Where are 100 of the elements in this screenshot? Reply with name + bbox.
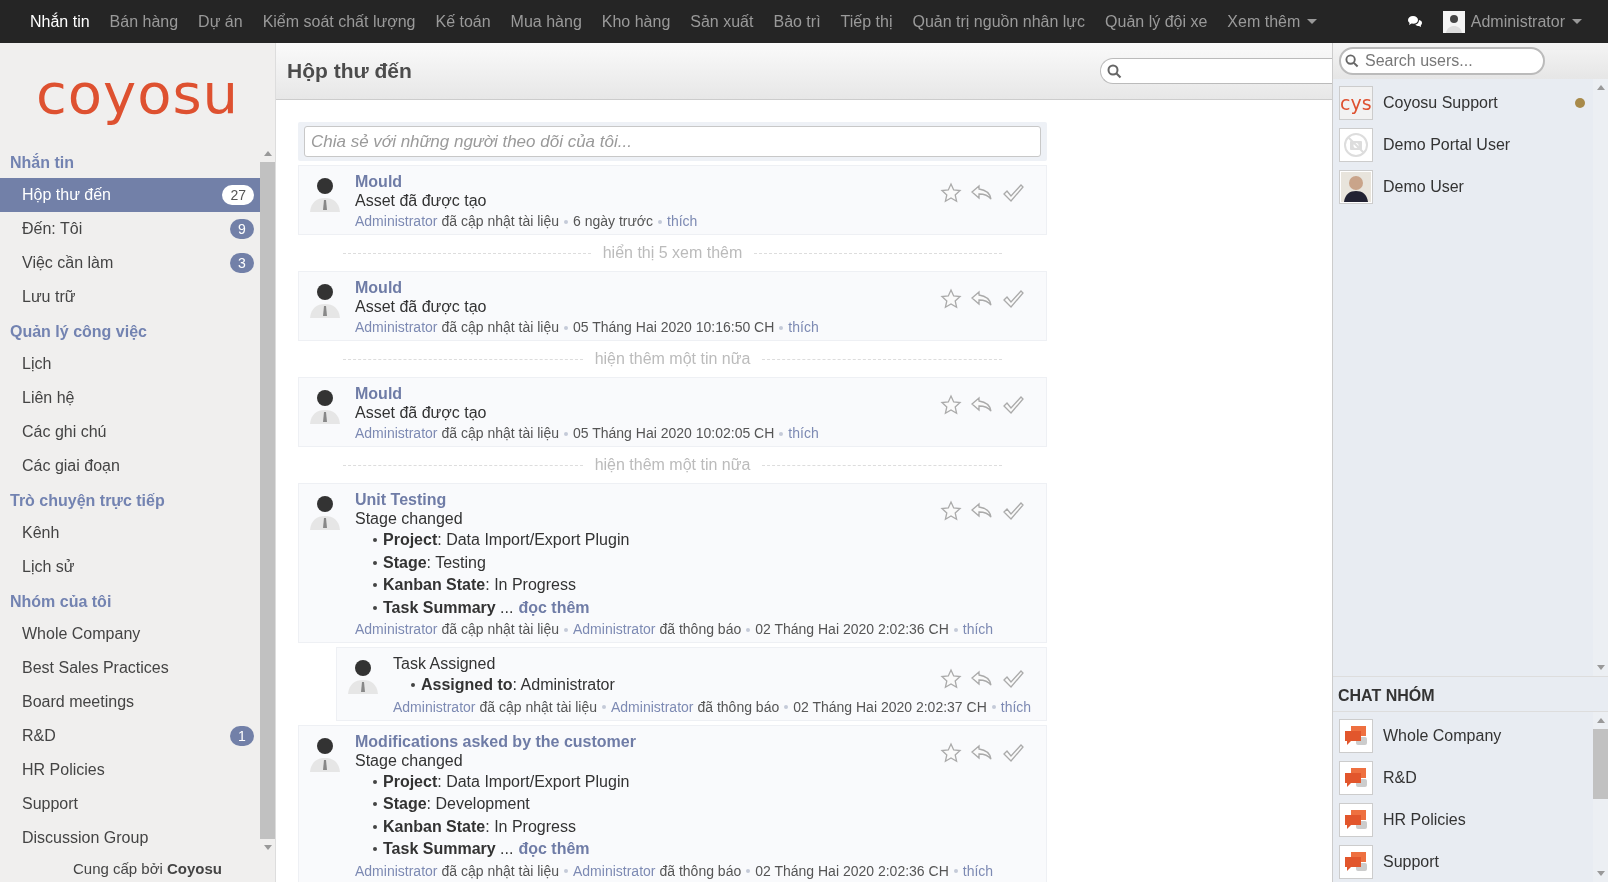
count-badge: 27 <box>222 185 254 205</box>
group-name: Whole Company <box>1383 727 1503 745</box>
author-link[interactable]: Administrator <box>355 619 438 640</box>
message-title-link[interactable]: Unit Testing <box>355 490 447 509</box>
author-link[interactable]: Administrator <box>355 317 438 338</box>
nav-menu-item[interactable]: Mua hàng <box>500 12 592 31</box>
star-icon[interactable] <box>940 182 962 204</box>
meta-text: 02 Tháng Hai 2020 2:02:36 CH <box>755 620 949 639</box>
nav-menu-item[interactable]: Sản xuất <box>680 12 764 31</box>
like-link[interactable]: thích <box>962 619 994 640</box>
group-chat-item[interactable]: HR Policies <box>1333 799 1593 841</box>
sidebar-item[interactable]: Lịch <box>0 347 260 381</box>
nav-menu-item[interactable]: Bảo trì <box>763 12 831 31</box>
search-icon <box>1107 63 1122 79</box>
nav-menu-item[interactable]: Kho hàng <box>591 12 681 31</box>
chat-icon[interactable] <box>1406 14 1423 29</box>
sidebar-item[interactable]: Các giai đoạn <box>0 449 260 483</box>
like-link[interactable]: thích <box>788 423 819 444</box>
nav-menu-item[interactable]: Quản lý đội xe <box>1095 12 1218 31</box>
sidebar-item[interactable]: Lưu trữ <box>0 280 260 314</box>
field-change-text: Assigned to: Administrator <box>421 675 615 695</box>
message-title-link[interactable]: Mould <box>355 278 403 297</box>
author-link[interactable]: Administrator <box>393 696 476 718</box>
count-badge: 9 <box>230 219 254 239</box>
sidebar-item-label: Best Sales Practices <box>22 659 169 677</box>
chat-user-item[interactable]: cys Coyosu Support <box>1333 82 1593 124</box>
sidebar-item[interactable]: Việc cần làm 3 <box>0 246 260 280</box>
chat-user-item[interactable]: Demo User <box>1333 166 1593 208</box>
group-name: R&D <box>1383 769 1418 787</box>
user-name: Demo User <box>1383 178 1465 196</box>
search-field[interactable] <box>1100 58 1332 84</box>
read-more-link[interactable]: đọc thêm <box>518 596 590 619</box>
separator-dot <box>991 705 996 709</box>
nav-menu-item[interactable]: Kế toán <box>425 12 501 31</box>
check-icon[interactable] <box>1002 501 1024 521</box>
sidebar-item[interactable]: HR Policies <box>0 753 260 787</box>
field-change-text: Project: Data Import/Export Plugin <box>383 771 630 792</box>
chat-user-item[interactable]: Demo Portal User <box>1333 124 1593 166</box>
like-link[interactable]: thích <box>1000 696 1032 718</box>
sidebar-item[interactable]: Liên hệ <box>0 381 260 415</box>
sidebar-item[interactable]: Whole Company <box>0 617 260 651</box>
nav-menu-item[interactable]: Dự án <box>188 12 253 31</box>
group-chat-item[interactable]: Whole Company <box>1333 715 1593 757</box>
nav-menu-item[interactable]: Kiểm soát chất lượng <box>252 12 426 31</box>
nav-menu-item[interactable]: Quản trị nguồn nhân lực <box>902 12 1096 31</box>
author-link[interactable]: Administrator <box>573 860 656 882</box>
nav-menu-item[interactable]: Tiếp thị <box>830 12 903 31</box>
user-menu[interactable]: Administrator <box>1470 12 1582 31</box>
nav-menu-item[interactable]: Xem thêm <box>1217 12 1328 31</box>
sidebar-item-label: HR Policies <box>22 761 105 779</box>
check-icon[interactable] <box>1002 289 1024 309</box>
user-name: Coyosu Support <box>1383 94 1499 112</box>
sidebar-item[interactable]: Support <box>0 787 260 821</box>
sidebar-item[interactable]: Discussion Group <box>0 821 260 855</box>
field-change-text: Project: Data Import/Export Plugin <box>383 530 630 550</box>
group-chat-item[interactable]: Support <box>1333 841 1593 882</box>
message-title-link[interactable]: Mould <box>355 384 403 403</box>
star-icon[interactable] <box>940 741 962 764</box>
group-chat-item[interactable]: R&D <box>1333 757 1593 799</box>
sidebar-item[interactable]: Các ghi chú <box>0 415 260 449</box>
share-input-field[interactable]: Chia sẻ với những người theo dõi của tôi... <box>304 126 1041 157</box>
user-search-field[interactable]: Search users... <box>1339 47 1545 75</box>
author-link[interactable]: Administrator <box>355 423 438 444</box>
sidebar-item[interactable]: Đến: Tôi 9 <box>0 212 260 246</box>
scrollbar[interactable] <box>1593 79 1608 676</box>
star-icon[interactable] <box>940 668 962 690</box>
sidebar-item[interactable]: Board meetings <box>0 685 260 719</box>
like-link[interactable]: thích <box>962 860 994 882</box>
separator-dot <box>602 705 606 709</box>
sidebar-item[interactable]: R&D 1 <box>0 719 260 753</box>
author-link[interactable]: Administrator <box>573 619 656 640</box>
star-icon[interactable] <box>940 394 962 416</box>
like-link[interactable]: thích <box>788 317 819 338</box>
check-icon[interactable] <box>1002 395 1024 415</box>
sidebar-item[interactable]: Kênh <box>0 516 260 550</box>
scrollbar[interactable] <box>1593 712 1608 882</box>
bullet-icon <box>373 560 377 565</box>
sidebar-item[interactable]: Best Sales Practices <box>0 651 260 685</box>
meta-text: đã cập nhật tài liệu <box>441 620 559 639</box>
author-link[interactable]: Administrator <box>611 696 694 718</box>
sidebar-item[interactable]: Hộp thư đến 27 <box>0 178 260 212</box>
message-title-link[interactable]: Mould <box>355 172 403 191</box>
read-more-link[interactable]: đọc thêm <box>518 838 590 861</box>
like-link[interactable]: thích <box>667 211 698 232</box>
nav-menu-item[interactable]: Nhắn tin <box>20 12 100 31</box>
group-chat-icon <box>1339 803 1373 837</box>
check-icon[interactable] <box>1002 183 1024 203</box>
nav-menu-item[interactable]: Bán hàng <box>99 12 189 31</box>
bullet-icon <box>411 683 415 688</box>
message-text: Asset đã được tạo <box>355 403 487 423</box>
author-link[interactable]: Administrator <box>355 860 438 882</box>
author-link[interactable]: Administrator <box>355 211 438 232</box>
meta-text: 6 ngày trước <box>573 212 654 231</box>
message-title-link[interactable]: Modifications asked by the customer <box>355 731 636 751</box>
sidebar-item[interactable]: Lịch sử <box>0 550 260 584</box>
check-icon[interactable] <box>1002 742 1024 763</box>
star-icon[interactable] <box>940 500 962 522</box>
separator-dot <box>779 431 784 436</box>
star-icon[interactable] <box>940 288 962 310</box>
check-icon[interactable] <box>1002 669 1024 689</box>
